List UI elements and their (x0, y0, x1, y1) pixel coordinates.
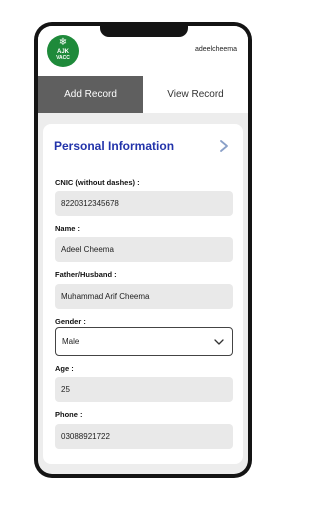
phone-label: Phone : (55, 410, 83, 419)
tab-add-record[interactable]: Add Record (38, 76, 143, 113)
cnic-label: CNIC (without dashes) : (55, 178, 140, 187)
maple-leaf-icon: ❄ (58, 37, 68, 48)
father-husband-label: Father/Husband : (55, 270, 117, 279)
age-label: Age : (55, 364, 74, 373)
cnic-field[interactable]: 8220312345678 (55, 191, 233, 216)
gender-selected-value: Male (62, 337, 80, 346)
chevron-right-icon[interactable] (217, 139, 231, 153)
name-label: Name : (55, 224, 81, 233)
username-label: adeelcheema (194, 46, 237, 53)
personal-info-card: Personal Information CNIC (without dashe… (43, 124, 243, 464)
phone-field[interactable]: 03088921722 (55, 424, 233, 449)
name-field[interactable]: Adeel Cheema (55, 237, 233, 262)
app-logo: ❄ AJK VACC (47, 35, 79, 67)
age-field[interactable]: 25 (55, 377, 233, 402)
gender-select[interactable]: Male (55, 327, 233, 356)
chevron-down-icon (214, 339, 224, 345)
logo-text-line2: VACC (56, 55, 70, 61)
gender-label: Gender : (55, 317, 86, 326)
tab-view-record[interactable]: View Record (143, 76, 248, 113)
father-husband-field[interactable]: Muhammad Arif Cheema (55, 284, 233, 309)
section-title: Personal Information (54, 139, 175, 153)
app-screen: ❄ AJK VACC adeelcheema Add Record View R… (38, 26, 248, 474)
phone-notch (100, 22, 188, 37)
